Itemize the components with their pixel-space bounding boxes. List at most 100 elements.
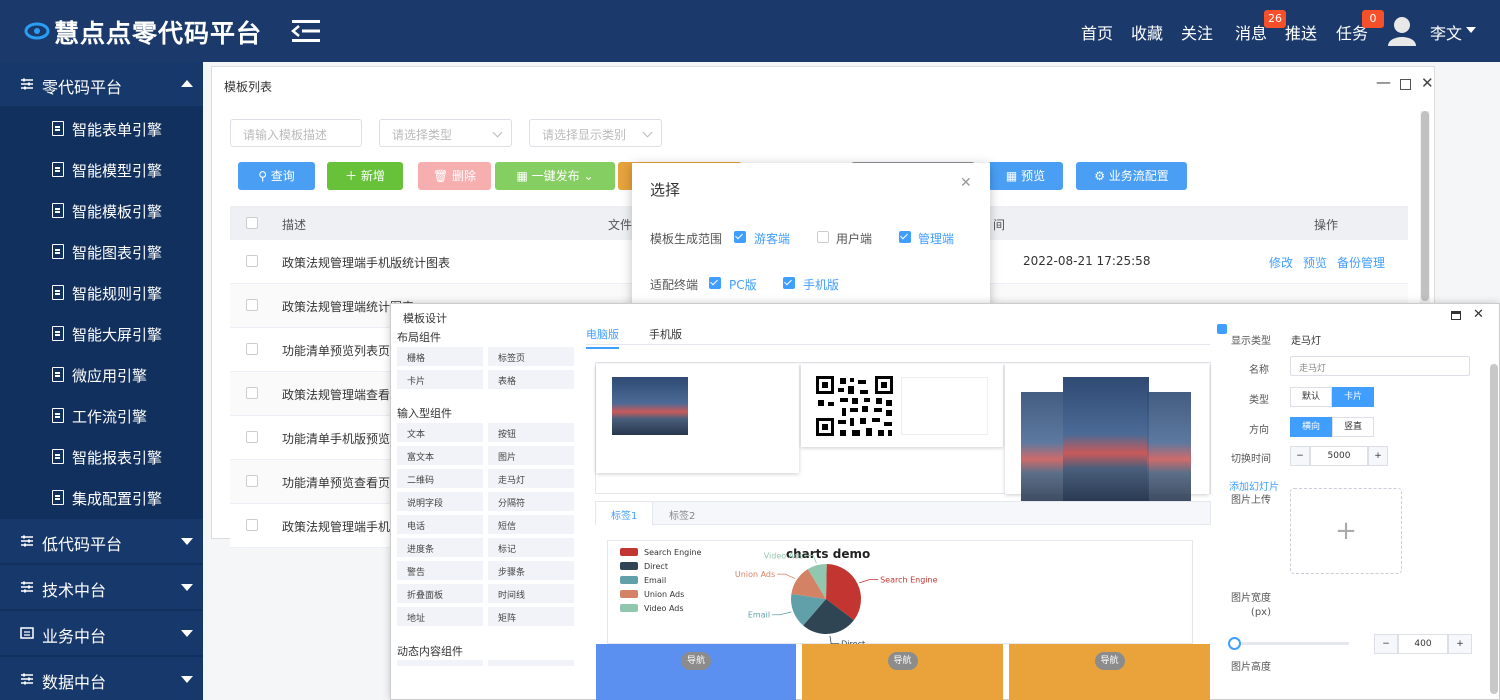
nav-home[interactable]: 首页 <box>1081 20 1113 44</box>
image-card[interactable] <box>596 364 799 473</box>
interval-decrement-button[interactable]: − <box>1290 446 1310 466</box>
user-checkbox[interactable] <box>817 231 829 243</box>
business-flow-button[interactable]: ⚙ 业务流配置 <box>1076 162 1187 190</box>
sidebar-item-template-engine[interactable]: 智能模板引擎 <box>0 190 203 231</box>
admin-checkbox[interactable] <box>899 231 911 243</box>
nav-follow[interactable]: 关注 <box>1181 20 1213 44</box>
properties-scrollbar[interactable] <box>1490 364 1498 694</box>
pc-checkbox[interactable] <box>709 277 721 289</box>
sidebar-group-tech[interactable]: 技术中台 <box>0 565 203 609</box>
component-collapse[interactable]: 折叠面板 <box>397 584 483 603</box>
sidebar-item-rule-engine[interactable]: 智能规则引擎 <box>0 272 203 313</box>
pc-option[interactable]: PC版 <box>729 276 757 293</box>
close-icon[interactable]: ✕ <box>1473 307 1484 322</box>
nav-card-1[interactable]: 导航 <box>596 644 796 700</box>
row-checkbox[interactable] <box>246 387 258 399</box>
nav-card-2[interactable]: 导航 <box>802 644 1003 700</box>
interval-input[interactable]: 5000 <box>1310 446 1368 466</box>
query-button[interactable]: ⚲ 查询 <box>238 162 315 190</box>
publish-dropdown-button[interactable]: ▦ 一键发布 ⌄ <box>495 162 615 190</box>
component-placeholder[interactable] <box>488 660 574 666</box>
scrollbar-thumb[interactable] <box>1421 111 1429 301</box>
sidebar-group-business[interactable]: 业务中台 <box>0 611 203 655</box>
component-carousel[interactable]: 走马灯 <box>488 469 574 488</box>
visitor-checkbox[interactable] <box>734 231 746 243</box>
menu-collapse-icon[interactable] <box>290 18 322 44</box>
component-placeholder[interactable] <box>397 660 483 666</box>
maximize-icon[interactable] <box>1400 79 1411 90</box>
visitor-option[interactable]: 游客端 <box>754 230 790 247</box>
direction-horizontal-option[interactable]: 横向 <box>1290 417 1332 437</box>
nav-push[interactable]: 推送 <box>1285 20 1317 44</box>
width-increment-button[interactable]: + <box>1448 634 1472 654</box>
component-timeline[interactable]: 时间线 <box>488 584 574 603</box>
component-button[interactable]: 按钮 <box>488 423 574 442</box>
sidebar-group-data[interactable]: 数据中台 <box>0 657 203 700</box>
row-checkbox[interactable] <box>246 431 258 443</box>
add-button[interactable]: ＋ 新增 <box>327 162 403 190</box>
minimize-icon[interactable]: — <box>1376 73 1391 91</box>
component-card[interactable]: 卡片 <box>397 370 483 389</box>
mobile-option[interactable]: 手机版 <box>803 276 839 293</box>
sidebar-item-workflow-engine[interactable]: 工作流引擎 <box>0 395 203 436</box>
user-option[interactable]: 用户端 <box>836 230 872 247</box>
nav-messages[interactable]: 消息 <box>1235 20 1267 44</box>
component-rich-text[interactable]: 富文本 <box>397 446 483 465</box>
component-phone[interactable]: 电话 <box>397 515 483 534</box>
row-checkbox[interactable] <box>246 255 258 267</box>
sidebar-group-zero-code[interactable]: 零代码平台 <box>0 62 203 106</box>
sidebar-item-report-engine[interactable]: 智能报表引擎 <box>0 436 203 477</box>
sidebar-item-micro-app-engine[interactable]: 微应用引擎 <box>0 354 203 395</box>
component-tabs[interactable]: 标签页 <box>488 347 574 366</box>
width-decrement-button[interactable]: − <box>1374 634 1398 654</box>
avatar[interactable] <box>1387 14 1417 46</box>
sidebar-item-integration-engine[interactable]: 集成配置引擎 <box>0 477 203 518</box>
component-grid[interactable]: 栅格 <box>397 347 483 366</box>
type-default-option[interactable]: 默认 <box>1290 387 1332 407</box>
component-sms[interactable]: 短信 <box>488 515 574 534</box>
type-select[interactable]: 请选择类型 <box>379 119 512 147</box>
sidebar-item-form-engine[interactable]: 智能表单引擎 <box>0 108 203 149</box>
sidebar-group-low-code[interactable]: 低代码平台 <box>0 519 203 563</box>
component-address[interactable]: 地址 <box>397 607 483 626</box>
component-tag[interactable]: 标记 <box>488 538 574 557</box>
component-alert[interactable]: 警告 <box>397 561 483 580</box>
preview-button[interactable]: ▦ 预览 <box>988 162 1063 190</box>
template-desc-input[interactable]: 请输入模板描述 <box>230 119 362 147</box>
chevron-down-icon[interactable] <box>1466 27 1476 33</box>
qrcode-card[interactable] <box>801 364 1003 447</box>
sidebar-item-model-engine[interactable]: 智能模型引擎 <box>0 149 203 190</box>
row-checkbox[interactable] <box>246 475 258 487</box>
component-image[interactable]: 图片 <box>488 446 574 465</box>
backup-link[interactable]: 备份管理 <box>1337 254 1385 271</box>
close-icon[interactable]: ✕ <box>1421 74 1434 92</box>
name-input[interactable]: 走马灯 <box>1290 356 1470 376</box>
row-checkbox[interactable] <box>246 299 258 311</box>
tab-pc[interactable]: 电脑版 <box>586 326 619 349</box>
row-checkbox[interactable] <box>246 343 258 355</box>
component-progress[interactable]: 进度条 <box>397 538 483 557</box>
tab-mobile[interactable]: 手机版 <box>649 326 682 342</box>
mobile-checkbox[interactable] <box>783 277 795 289</box>
admin-option[interactable]: 管理端 <box>918 230 954 247</box>
inner-tab-2[interactable]: 标签2 <box>669 507 695 522</box>
component-description[interactable]: 说明字段 <box>397 492 483 511</box>
category-select[interactable]: 请选择显示类别 <box>529 119 662 147</box>
component-steps[interactable]: 步骤条 <box>488 561 574 580</box>
preview-link[interactable]: 预览 <box>1303 254 1327 271</box>
type-card-option[interactable]: 卡片 <box>1332 387 1374 407</box>
carousel-card[interactable] <box>1005 364 1209 504</box>
inner-tab-1[interactable]: 标签1 <box>611 507 637 522</box>
edit-link[interactable]: 修改 <box>1269 254 1293 271</box>
component-table[interactable]: 表格 <box>488 370 574 389</box>
nav-card-3[interactable]: 导航 <box>1009 644 1210 700</box>
row-checkbox[interactable] <box>246 519 258 531</box>
delete-button[interactable]: 🗑 删除 <box>418 162 491 190</box>
component-divider[interactable]: 分隔符 <box>488 492 574 511</box>
component-text[interactable]: 文本 <box>397 423 483 442</box>
user-name[interactable]: 李文 <box>1430 20 1462 44</box>
interval-increment-button[interactable]: + <box>1368 446 1388 466</box>
component-matrix[interactable]: 矩阵 <box>488 607 574 626</box>
component-qrcode[interactable]: 二维码 <box>397 469 483 488</box>
sidebar-item-chart-engine[interactable]: 智能图表引擎 <box>0 231 203 272</box>
